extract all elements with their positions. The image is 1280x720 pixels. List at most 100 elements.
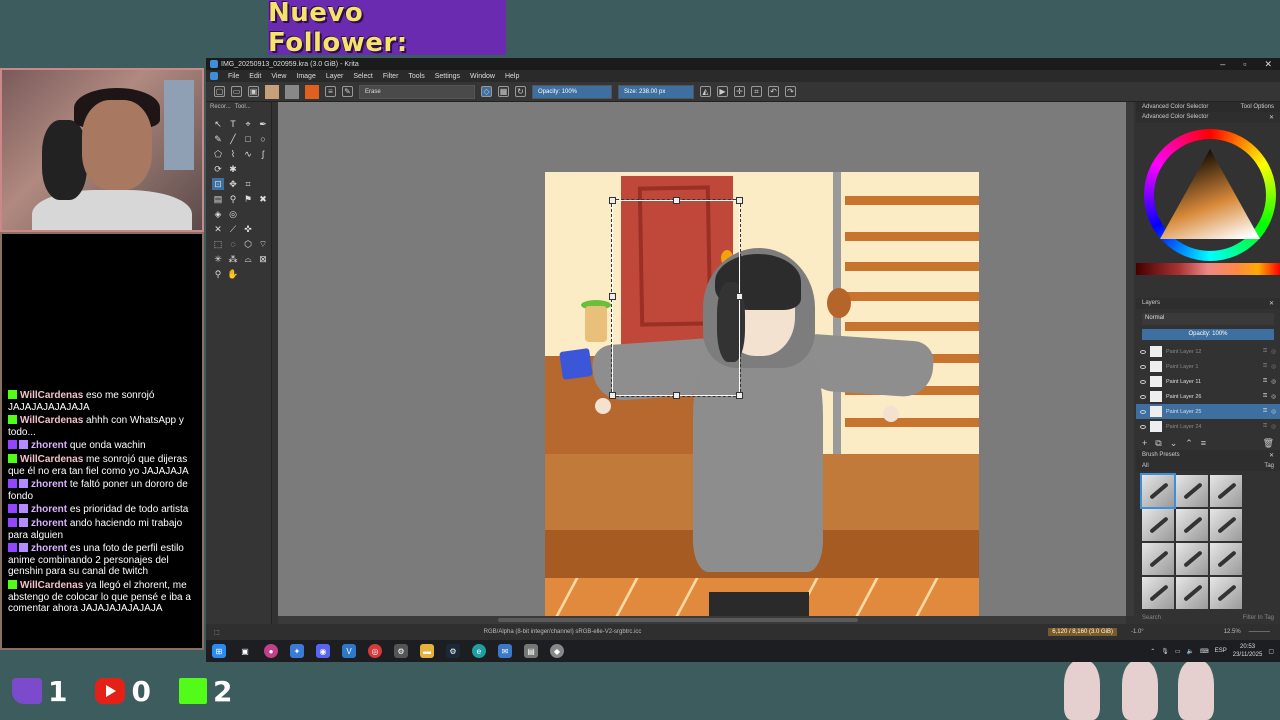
visibility-eye-icon[interactable] [1140,409,1146,414]
minimize-icon[interactable]: – [1220,59,1225,70]
clock[interactable]: 20:53 23/11/2025 [1233,643,1263,659]
save-icon[interactable]: ▣ [248,86,259,97]
app-icon[interactable]: ◆ [550,644,564,658]
alpha-lock-icon[interactable]: ◎ [1271,394,1276,400]
alpha-lock-icon[interactable]: ◎ [1271,409,1276,415]
brush-preset[interactable] [1210,475,1242,507]
polyline-tool-icon[interactable]: ⌇ [227,148,239,160]
app-icon[interactable]: ▤ [524,644,538,658]
vertical-scrollbar[interactable] [1126,102,1134,616]
polygon-tool-icon[interactable]: ⬠ [212,148,224,160]
transform-handle[interactable] [736,197,743,204]
color-history-strip[interactable] [1136,263,1280,275]
discord-app-icon[interactable]: ◉ [316,644,330,658]
transform-handle[interactable] [609,392,616,399]
move-tool-icon[interactable]: ✥ [227,178,239,190]
panel-close-icon[interactable]: ✕ [1269,300,1274,307]
select-shapes-icon[interactable]: ↖ [212,118,224,130]
brush-tool-icon[interactable]: ✎ [212,133,224,145]
file-explorer-icon[interactable]: ▬ [420,644,434,658]
freehand-path-icon[interactable]: ʃ [257,148,269,160]
wrap-icon[interactable]: ✛ [734,86,745,97]
similar-select-icon[interactable]: ⁂ [227,253,239,265]
redo-icon[interactable]: ↷ [785,86,796,97]
duplicate-layer-icon[interactable]: ⧉ [1155,438,1161,449]
transform-handle[interactable] [673,392,680,399]
freehand-select-icon[interactable]: ⌔ [257,238,269,250]
lock-icon[interactable]: ⚿ [1263,378,1267,385]
brush-preset[interactable] [1142,509,1174,541]
open-document-icon[interactable]: ▭ [231,86,242,97]
lock-icon[interactable]: ⚿ [1263,363,1267,370]
polygon-select-icon[interactable]: ⬡ [242,238,254,250]
visibility-eye-icon[interactable] [1140,379,1146,384]
layer-opacity-slider[interactable]: Opacity: 100% [1142,329,1274,340]
pan-tool-icon[interactable]: ✋ [227,268,239,280]
ellipse-select-icon[interactable]: ◌ [227,238,239,250]
menu-filter[interactable]: Filter [383,73,399,80]
color-swatch[interactable] [305,84,319,99]
bezier-select-icon[interactable]: ⌓ [242,253,254,265]
task-view-icon[interactable]: ▣ [238,644,252,658]
ellipse-tool-icon[interactable]: ○ [257,133,269,145]
bezier-tool-icon[interactable]: ∿ [242,148,254,160]
brush-search-input[interactable]: Search [1142,615,1161,621]
line-tool-icon[interactable]: ╱ [227,133,239,145]
transform-selection[interactable] [609,197,743,399]
brush-preset[interactable] [1176,577,1208,609]
reload-preset-icon[interactable]: ↻ [515,86,526,97]
tab-tool-options[interactable]: Tool Options [1241,104,1274,110]
maximize-icon[interactable]: ▫ [1243,59,1246,70]
brush-preset[interactable] [1210,509,1242,541]
add-layer-icon[interactable]: + [1142,438,1147,449]
vegas-app-icon[interactable]: V [342,644,356,658]
multibrush-icon[interactable]: ✱ [227,163,239,175]
menu-file[interactable]: File [228,73,239,80]
zoom-slider[interactable]: ───── [1249,629,1270,635]
mirror-horizontal-icon[interactable]: ◭ [700,86,711,97]
layer-row[interactable]: Paint Layer 26 ⚿ ◎ [1136,389,1280,404]
menu-help[interactable]: Help [505,73,519,80]
rotation-value[interactable]: -1.0° [1131,629,1144,635]
dynamic-brush-icon[interactable]: ⟳ [212,163,224,175]
tab-toolbox[interactable]: Tool... [235,104,251,110]
brush-preset[interactable] [1210,577,1242,609]
edit-shapes-icon[interactable]: ⌖ [242,118,254,130]
opacity-slider[interactable]: Opacity: 100% [532,84,612,99]
menu-layer[interactable]: Layer [326,73,344,80]
calligraphy-icon[interactable]: ✒ [257,118,269,130]
brush-preset[interactable] [1140,473,1176,509]
canvas[interactable] [278,102,1126,616]
alpha-lock-icon[interactable]: ◎ [1271,379,1276,385]
brush-settings-icon[interactable]: ≡ [325,86,336,97]
transform-handle[interactable] [673,197,680,204]
keyboard-icon[interactable]: ⌨ [1200,648,1209,655]
menu-settings[interactable]: Settings [435,73,460,80]
brush-preset[interactable] [1142,577,1174,609]
gradient-swatch[interactable] [265,84,279,99]
chrome-app-icon[interactable]: ◎ [368,644,382,658]
layer-row[interactable]: Paint Layer 1 ⚿ ◎ [1136,359,1280,374]
gradient-tool-icon[interactable]: ▤ [212,193,224,205]
lock-icon[interactable]: ⚿ [1263,393,1267,400]
size-slider[interactable]: Size: 238.00 px [618,84,694,99]
enclose-fill-icon[interactable]: ◎ [227,208,239,220]
zoom-tool-icon[interactable]: ⚲ [212,268,224,280]
delete-layer-icon[interactable]: 🗑 [1263,438,1274,449]
language-indicator[interactable]: ESP [1215,648,1227,654]
menu-view[interactable]: View [271,73,286,80]
menu-window[interactable]: Window [470,73,495,80]
panel-close-icon[interactable]: ✕ [1269,452,1274,459]
crop-tool-icon[interactable]: ⌗ [242,178,254,190]
alpha-lock-icon[interactable]: ◎ [1271,349,1276,355]
filter-in-tag-checkbox[interactable]: Filter In Tag [1243,615,1274,621]
layer-row[interactable]: Paint Layer 25 ⚿ ◎ [1136,404,1280,419]
transform-handle[interactable] [736,392,743,399]
layer-row[interactable]: Paint Layer 24 ⚿ ◎ [1136,419,1280,434]
settings-app-icon[interactable]: ⚙ [394,644,408,658]
rect-select-icon[interactable]: ⬚ [212,238,224,250]
transform-tool-icon[interactable]: ⊡ [212,178,224,190]
visibility-eye-icon[interactable] [1140,364,1146,369]
measure-tool-icon[interactable]: ⟋ [227,223,239,235]
zoom-level[interactable]: 12.5% [1224,629,1241,635]
